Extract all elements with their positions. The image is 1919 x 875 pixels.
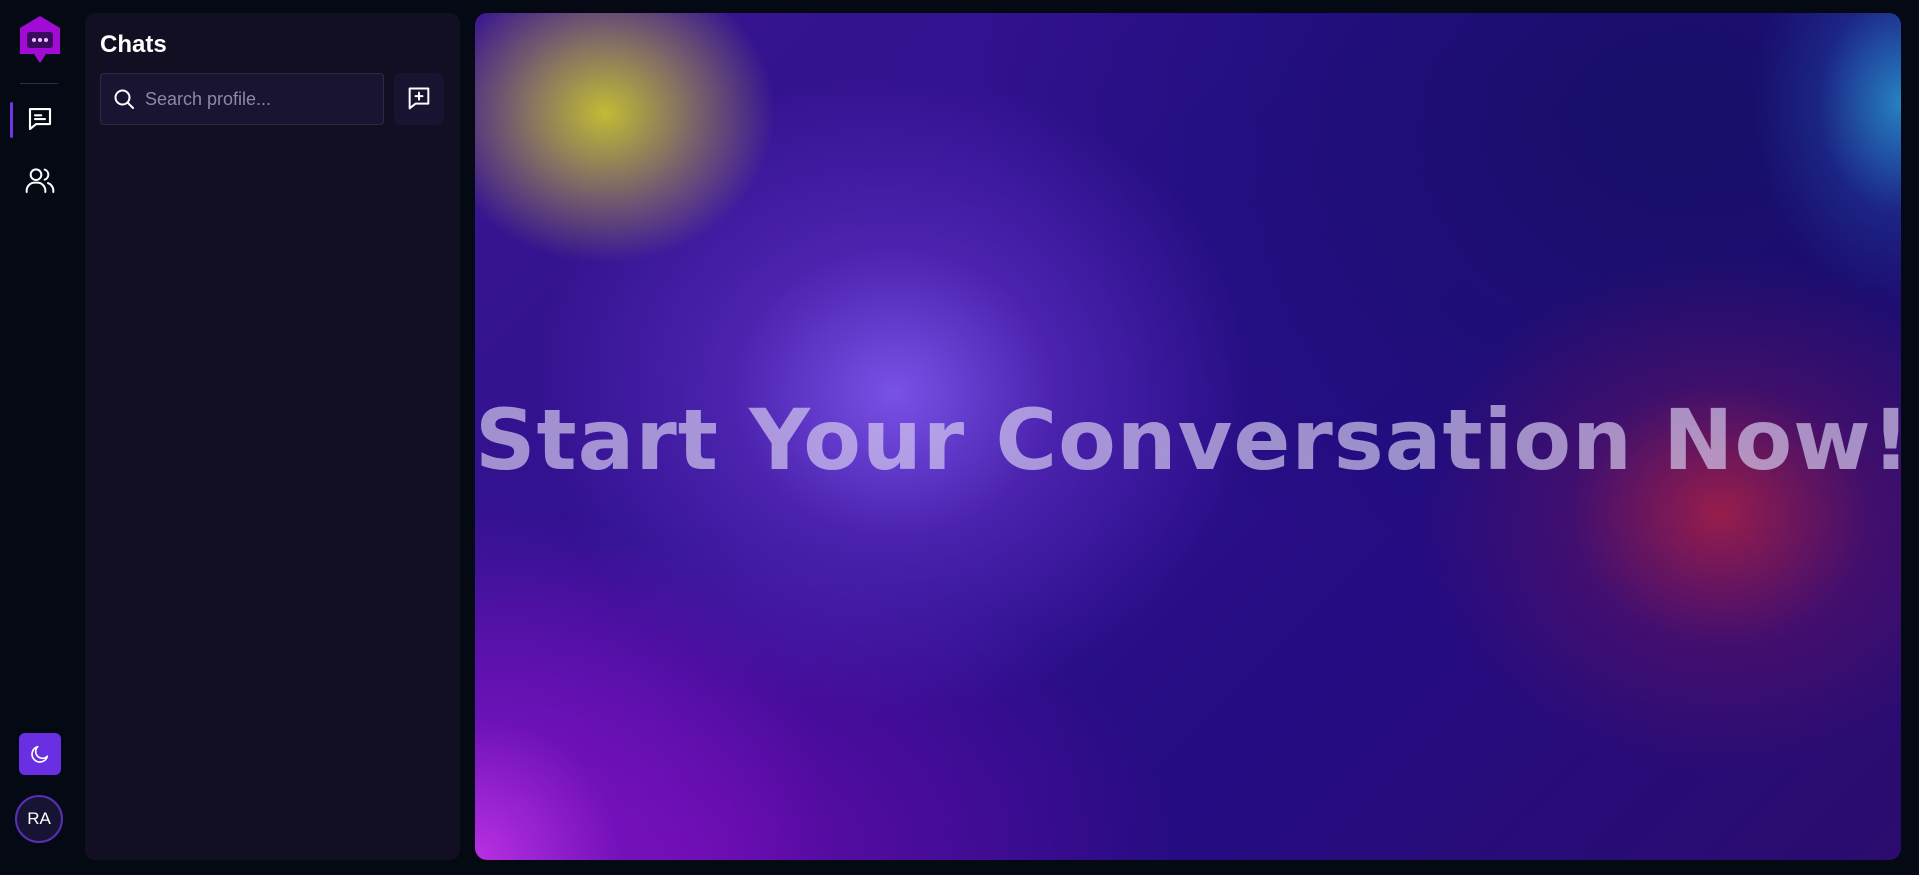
start-conversation-headline: Start Your Conversation Now!	[475, 391, 1901, 489]
nav-chats-button[interactable]	[14, 97, 66, 141]
search-box[interactable]	[100, 73, 384, 125]
chat-message-icon	[25, 104, 55, 134]
conversation-area: Start Your Conversation Now!	[475, 13, 1901, 860]
users-icon	[24, 164, 56, 196]
theme-toggle-button[interactable]	[19, 733, 61, 775]
rail-divider	[20, 83, 58, 84]
chats-title: Chats	[100, 31, 167, 58]
nav-contacts-button[interactable]	[14, 158, 66, 202]
message-plus-icon	[405, 85, 433, 113]
active-nav-indicator	[10, 102, 13, 138]
search-profile-input[interactable]	[137, 73, 383, 125]
app-root: RA Chats Start Your	[0, 0, 1919, 875]
app-logo-icon[interactable]	[18, 14, 62, 66]
new-chat-button[interactable]	[394, 73, 444, 125]
user-avatar[interactable]: RA	[15, 795, 63, 843]
search-icon	[111, 86, 137, 112]
moon-icon	[29, 743, 51, 765]
nav-rail: RA	[0, 0, 80, 875]
avatar-initials: RA	[27, 809, 51, 828]
chats-panel: Chats	[85, 13, 460, 860]
